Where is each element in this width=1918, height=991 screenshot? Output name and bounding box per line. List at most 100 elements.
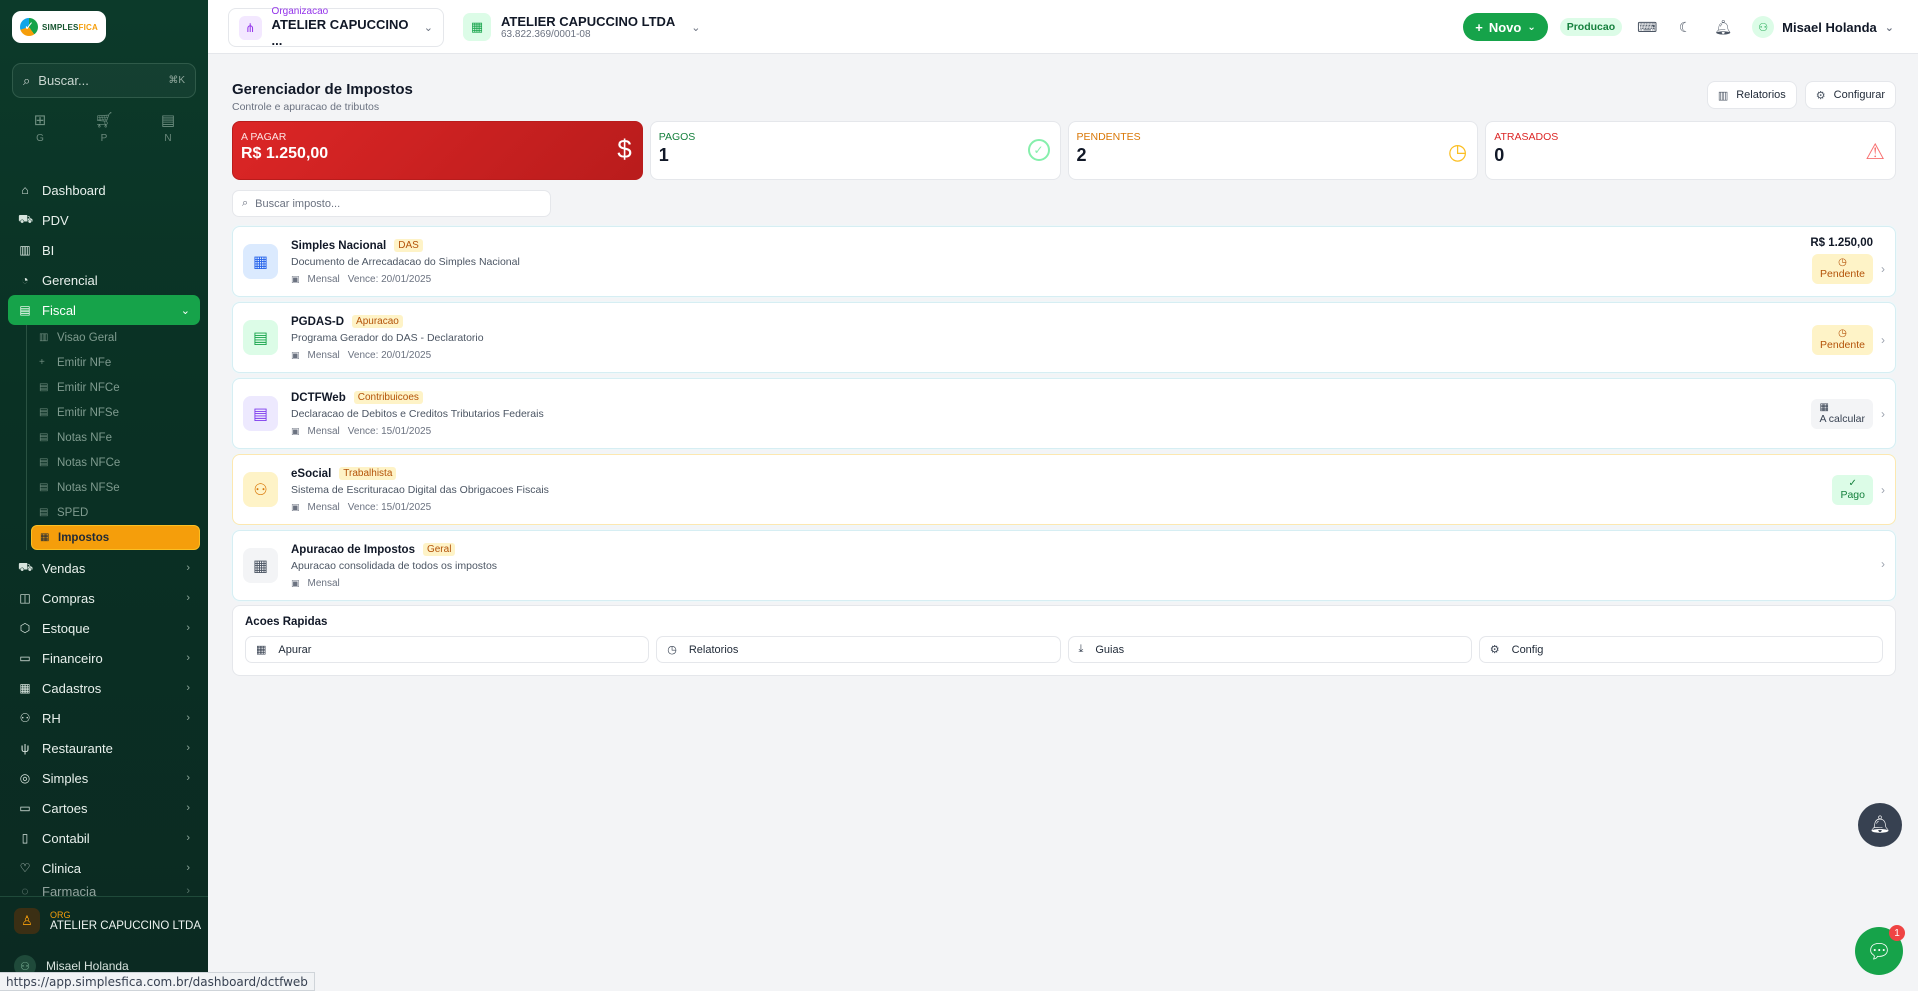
configure-button[interactable]: ⚙ Configurar [1804,81,1896,109]
tax-title: eSocial [291,467,332,480]
document-icon: ▤ [39,407,49,418]
tax-title: Simples Nacional [291,239,387,252]
user-menu[interactable]: ⚇ Misael Holanda ⌄ [1752,16,1894,38]
tax-card-pgdas-d[interactable]: ▤ PGDAS-D Apuracao Programa Gerador do D… [232,302,1896,373]
sidebar-subitem-label: Impostos [58,531,110,544]
sidebar-item-fiscal[interactable]: ▤ Fiscal ⌄ [8,295,200,325]
status-text: Pendente [1820,339,1865,351]
tax-period: Mensal [307,426,340,437]
utensils-icon: ψ [20,741,30,755]
tax-tag: DAS [394,239,423,252]
sidebar-item-estoque[interactable]: ⬡ Estoque › [8,613,200,643]
calendar-icon: ▣ [291,578,300,588]
sidebar-subitem-notas-nfe[interactable]: ▤ Notas NFe [31,425,200,450]
quick-shortcut-p[interactable]: 🛒︎ P [76,111,132,144]
tax-title: PGDAS-D [291,315,345,328]
chat-fab[interactable]: 💬︎ 1 [1855,925,1905,975]
users-icon: ⚇ [243,472,278,507]
company-select[interactable]: ▦ ATELIER CAPUCCINO LTDA 63.822.369/0001… [463,11,701,43]
status-badge: ◷ Pendente [1812,325,1873,355]
tax-tag: Geral [422,543,456,556]
quick-shortcut-g[interactable]: ⊞ G [12,111,68,144]
stat-card-to-pay[interactable]: A PAGAR R$ 1.250,00 $ [232,121,643,180]
button-label: Guias [1095,643,1125,656]
app-logo[interactable]: SIMPLESFICA [12,11,106,43]
sidebar-item-rh[interactable]: ⚇ RH › [8,703,200,733]
organization-select[interactable]: ⋔ Organizacao ATELIER CAPUCCINO ... ⌄ [228,6,444,48]
tax-period: Mensal [307,350,340,361]
document-icon: ▤ [243,320,278,355]
tax-description: Declaracao de Debitos e Creditos Tributa… [291,408,544,420]
guias-button[interactable]: ⤓ Guias [1067,636,1472,663]
sidebar-subitem-emitir-nfe[interactable]: + Emitir NFe [31,350,200,375]
apurar-button[interactable]: ▦ Apurar [245,636,650,663]
new-button[interactable]: + Novo ⌄ [1463,13,1548,41]
notifications-fab[interactable]: 🔔︎ [1858,803,1902,847]
tax-card-apuracao[interactable]: ▦ Apuracao de Impostos Geral Apuracao co… [232,530,1896,601]
stat-card-pending[interactable]: PENDENTES 2 ◷ [1067,121,1479,180]
sidebar-subitem-notas-nfse[interactable]: ▤ Notas NFSe [31,475,200,500]
sidebar-subitem-emitir-nfse[interactable]: ▤ Emitir NFSe [31,400,200,425]
sidebar-subitem-emitir-nfce[interactable]: ▤ Emitir NFCe [31,375,200,400]
stat-label: A PAGAR [241,131,287,143]
bell-icon[interactable]: 🔔︎ [1710,14,1736,40]
tax-description: Apuracao consolidada de todos os imposto… [291,560,498,572]
sidebar-item-label: PDV [42,212,69,228]
sidebar-item-financeiro[interactable]: ▭ Financeiro › [8,643,200,673]
tax-due: Vence: 15/01/2025 [347,426,432,437]
org-switcher[interactable]: ♙ ORG ATELIER CAPUCCINO LTDA [0,896,208,944]
reports-button[interactable]: ▥ Relatorios [1706,81,1797,109]
chevron-right-icon: › [186,652,190,664]
tax-card-dctfweb[interactable]: ▤ DCTFWeb Contribuicoes Declaracao de De… [232,378,1896,449]
sidebar-item-bi[interactable]: ▥ BI [8,235,200,265]
home-icon: ⌂ [21,183,29,197]
sidebar-item-compras[interactable]: ◫ Compras › [8,583,200,613]
sidebar-item-simples[interactable]: ◎ Simples › [8,763,200,793]
sidebar-item-gerencial[interactable]: ◔ Gerencial [8,265,200,295]
sidebar-subitem-visao-geral[interactable]: ▥ Visao Geral [31,325,200,350]
chevron-down-icon: ⌄ [691,21,701,34]
chevron-down-icon: ⌄ [1884,21,1894,34]
tax-search-input[interactable]: ⌕ Buscar imposto... [232,190,551,217]
sidebar-subitem-label: Notas NFCe [57,456,121,469]
check-circle-icon: ✓ [1848,478,1857,489]
stat-value: 2 [1076,145,1087,165]
sidebar-item-contabil[interactable]: ▯ Contabil › [8,823,200,853]
moon-icon[interactable]: ☾ [1672,14,1698,40]
sidebar-item-clinica[interactable]: ♡ Clinica › [8,853,200,883]
sidebar-item-restaurante[interactable]: ψ Restaurante › [8,733,200,763]
sidebar-item-dashboard[interactable]: ⌂ Dashboard [8,175,200,205]
stat-card-paid[interactable]: PAGOS 1 ✓ [649,121,1061,180]
check-circle-icon: ✓ [1027,139,1050,161]
config-button[interactable]: ⚙ Config [1478,636,1883,663]
shortcut-hint: ⌘K [168,75,185,86]
sidebar-subitem-label: Emitir NFe [57,356,112,369]
chevron-right-icon: › [1881,557,1885,571]
sidebar-search[interactable]: ⌕ Buscar... ⌘K [12,63,196,98]
sidebar-item-label: Estoque [42,620,90,636]
sidebar-subitem-notas-nfce[interactable]: ▤ Notas NFCe [31,450,200,475]
stat-card-late[interactable]: ATRASADOS 0 ⚠ [1485,121,1896,180]
sidebar-item-pdv[interactable]: ⛟ PDV [8,205,200,235]
users-icon: ⚇ [19,711,31,725]
sidebar-subitem-impostos[interactable]: ▦ Impostos [31,525,200,550]
sidebar-item-label: Clinica [42,860,82,876]
sidebar-subitem-sped[interactable]: ▤ SPED [31,500,200,525]
download-icon: ⤓ [1078,643,1084,655]
sidebar-subitem-label: SPED [57,506,89,519]
sidebar-item-cadastros[interactable]: ▦ Cadastros › [8,673,200,703]
relatorios-button[interactable]: ◷ Relatorios [656,636,1061,663]
sidebar-item-label: Financeiro [42,650,103,666]
sidebar-item-cartoes[interactable]: ▭ Cartoes › [8,793,200,823]
user-name: Misael Holanda [46,959,129,973]
clock-icon: ◷ [1838,257,1847,268]
tax-card-esocial[interactable]: ⚇ eSocial Trabalhista Sistema de Escritu… [232,454,1896,525]
tax-card-simples-nacional[interactable]: ▦ Simples Nacional DAS Documento de Arre… [232,226,1896,297]
keyboard-icon[interactable]: ⌨ [1634,14,1660,40]
tax-list: ▦ Simples Nacional DAS Documento de Arre… [232,226,1896,606]
quick-shortcut-n[interactable]: ▤ N [140,111,196,144]
sidebar-subitem-label: Notas NFSe [57,481,120,494]
sidebar-item-vendas[interactable]: ⛟ Vendas › [8,553,200,583]
chevron-down-icon: ⌄ [423,22,433,34]
chevron-right-icon: › [186,862,190,874]
